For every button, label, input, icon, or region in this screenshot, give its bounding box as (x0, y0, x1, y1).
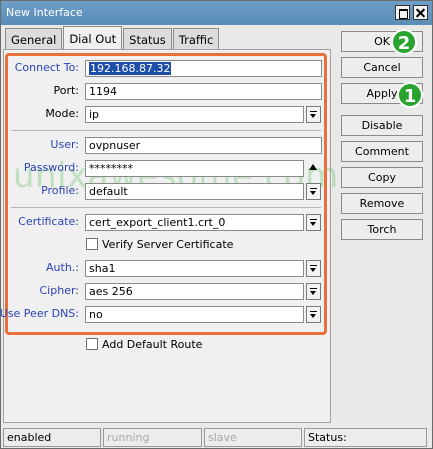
cipher-dropdown-icon[interactable] (306, 283, 321, 300)
step-badge-2: 2 (391, 29, 417, 55)
auth-row: Auth.: sha1 (1, 260, 331, 277)
profile-dropdown-icon[interactable] (306, 183, 321, 200)
separator (11, 207, 321, 208)
status-running: running (103, 428, 202, 447)
mode-row: Mode: ip (1, 106, 331, 123)
status-bar: enabled running slave Status: (3, 428, 431, 447)
separator (11, 130, 321, 131)
cipher-select[interactable]: aes 256 (85, 283, 304, 300)
port-label: Port: (53, 84, 79, 97)
user-input[interactable]: ovpnuser (85, 137, 322, 154)
profile-row: Profile: default (1, 183, 331, 200)
torch-button[interactable]: Torch (341, 219, 423, 240)
port-row: Port: 1194 (1, 83, 331, 100)
step-badge-1: 1 (397, 82, 423, 108)
copy-button[interactable]: Copy (341, 167, 423, 188)
cipher-label: Cipher: (39, 284, 80, 297)
status-enabled: enabled (3, 428, 101, 447)
user-label: User: (50, 138, 79, 151)
auth-label: Auth.: (46, 261, 79, 274)
verify-cert-checkbox[interactable]: Verify Server Certificate (86, 238, 233, 252)
certificate-label: Certificate: (18, 215, 79, 228)
add-default-route-label: Add Default Route (102, 338, 203, 351)
profile-label: Profile: (41, 184, 79, 197)
collapse-arrow-icon[interactable] (309, 164, 317, 170)
add-default-route-checkbox[interactable]: Add Default Route (86, 338, 202, 352)
use-peer-dns-select[interactable]: no (85, 306, 304, 323)
connect-to-label: Connect To: (14, 61, 79, 74)
use-peer-dns-dropdown-icon[interactable] (306, 306, 321, 323)
window-title: New Interface (6, 6, 83, 19)
password-label: Password: (23, 161, 79, 174)
new-interface-window: New Interface General Dial Out Status Tr… (0, 0, 433, 449)
tab-status[interactable]: Status (123, 28, 172, 50)
disable-button[interactable]: Disable (341, 115, 423, 136)
password-row: Password: ******** (1, 160, 331, 177)
connect-to-value: 192.168.87.32 (89, 62, 172, 75)
mode-label: Mode: (45, 107, 79, 120)
user-row: User: ovpnuser (1, 137, 331, 154)
status-slave: slave (204, 428, 302, 447)
verify-cert-box[interactable] (86, 238, 98, 250)
tab-traffic[interactable]: Traffic (172, 28, 220, 50)
password-input[interactable]: ******** (85, 160, 304, 177)
comment-button[interactable]: Comment (341, 141, 423, 162)
use-peer-dns-label: Use Peer DNS: (0, 307, 79, 320)
profile-select[interactable]: default (85, 183, 304, 200)
cipher-row: Cipher: aes 256 (1, 283, 331, 300)
mode-select[interactable]: ip (85, 106, 304, 123)
mode-dropdown-icon[interactable] (306, 106, 321, 123)
port-input[interactable]: 1194 (85, 83, 322, 100)
close-icon[interactable] (413, 5, 428, 20)
auth-dropdown-icon[interactable] (306, 260, 321, 277)
tab-general[interactable]: General (5, 28, 63, 50)
verify-cert-label: Verify Server Certificate (102, 238, 234, 251)
connect-to-row: Connect To: 192.168.87.32 (1, 60, 331, 77)
remove-button[interactable]: Remove (341, 193, 423, 214)
tab-bar: General Dial Out Status Traffic (5, 26, 220, 50)
use-peer-dns-row: Use Peer DNS: no (0, 306, 331, 323)
add-default-route-box[interactable] (86, 338, 98, 350)
certificate-dropdown-icon[interactable] (306, 214, 321, 231)
tab-dial-out[interactable]: Dial Out (63, 26, 123, 50)
maximize-icon[interactable] (395, 5, 410, 20)
certificate-select[interactable]: cert_export_client1.crt_0 (85, 214, 304, 231)
window-titlebar[interactable]: New Interface (1, 1, 432, 25)
status-field: Status: (304, 428, 427, 447)
auth-select[interactable]: sha1 (85, 260, 304, 277)
certificate-row: Certificate: cert_export_client1.crt_0 (1, 214, 331, 231)
cancel-button[interactable]: Cancel (341, 57, 423, 78)
connect-to-input[interactable]: 192.168.87.32 (85, 60, 322, 77)
